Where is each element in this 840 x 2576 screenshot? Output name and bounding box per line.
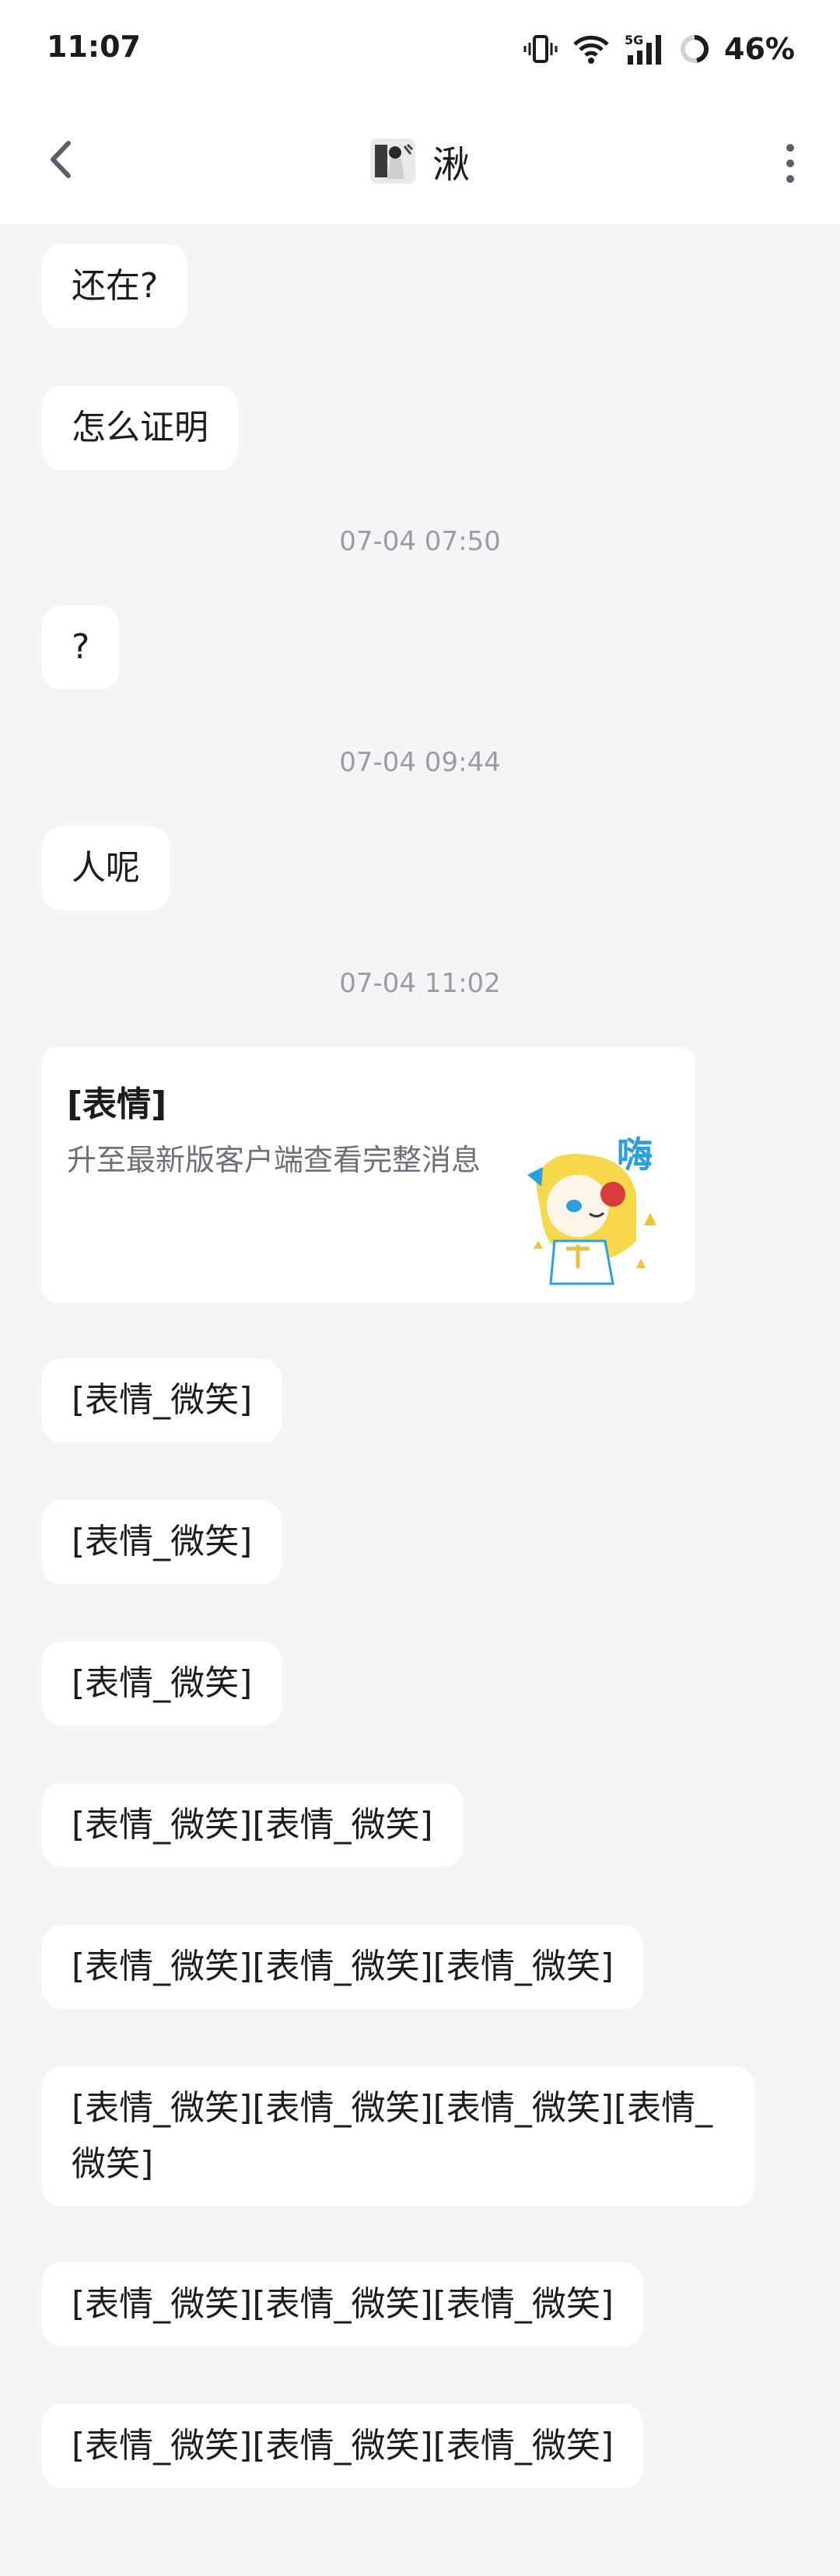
message-bubble[interactable]: 怎么证明 [42, 386, 238, 470]
status-bar: 11:07 5G 46% [0, 0, 840, 101]
message-timestamp: 07-04 11:02 [339, 968, 501, 999]
status-time: 11:07 [47, 30, 141, 64]
message-bubble[interactable]: [表情_微笑][表情_微笑][表情_微笑][表情_微笑] [42, 2066, 754, 2206]
status-icons: 5G 46% [523, 30, 795, 68]
chat-header: 湫 [0, 101, 840, 224]
network-label: 5G [625, 33, 643, 47]
message-bubble[interactable]: [表情_微笑][表情_微笑] [42, 1783, 463, 1867]
message-bubble[interactable]: [表情_微笑] [42, 1358, 282, 1442]
card-description: 升至最新版客户端查看完整消息 [67, 1143, 481, 1177]
wifi-icon [573, 35, 609, 64]
sticker-image: 嗨 [527, 1134, 656, 1285]
message-bubble[interactable]: [表情_微笑][表情_微笑][表情_微笑] [42, 2262, 643, 2346]
more-vertical-icon [786, 144, 794, 183]
message-bubble[interactable]: [表情_微笑][表情_微笑][表情_微笑] [42, 1925, 643, 2009]
sticker-message-card[interactable]: [表情] 升至最新版客户端查看完整消息 嗨 [42, 1046, 695, 1303]
sticker-text: 嗨 [617, 1134, 653, 1176]
message-bubble[interactable]: ? [42, 605, 120, 689]
battery-percent: 46% [724, 32, 795, 66]
battery-ring-icon [681, 35, 709, 63]
message-timestamp: 07-04 07:50 [339, 526, 501, 557]
message-bubble[interactable]: 人呢 [42, 826, 170, 910]
more-button[interactable] [781, 140, 800, 187]
message-bubble[interactable]: [表情_微笑][表情_微笑][表情_微笑] [42, 2404, 643, 2488]
vibrate-icon [523, 35, 558, 63]
signal-5g-icon: 5G [625, 33, 662, 65]
message-bubble[interactable]: [表情_微笑] [42, 1642, 282, 1726]
message-bubble[interactable]: 还在? [42, 244, 188, 328]
message-bubble[interactable]: [表情_微笑] [42, 1500, 282, 1584]
message-timestamp: 07-04 09:44 [339, 747, 501, 778]
chat-title: 湫 [432, 143, 470, 187]
avatar[interactable] [369, 138, 415, 184]
title-area[interactable]: 湫 [0, 134, 840, 188]
card-title: [表情] [67, 1085, 167, 1124]
